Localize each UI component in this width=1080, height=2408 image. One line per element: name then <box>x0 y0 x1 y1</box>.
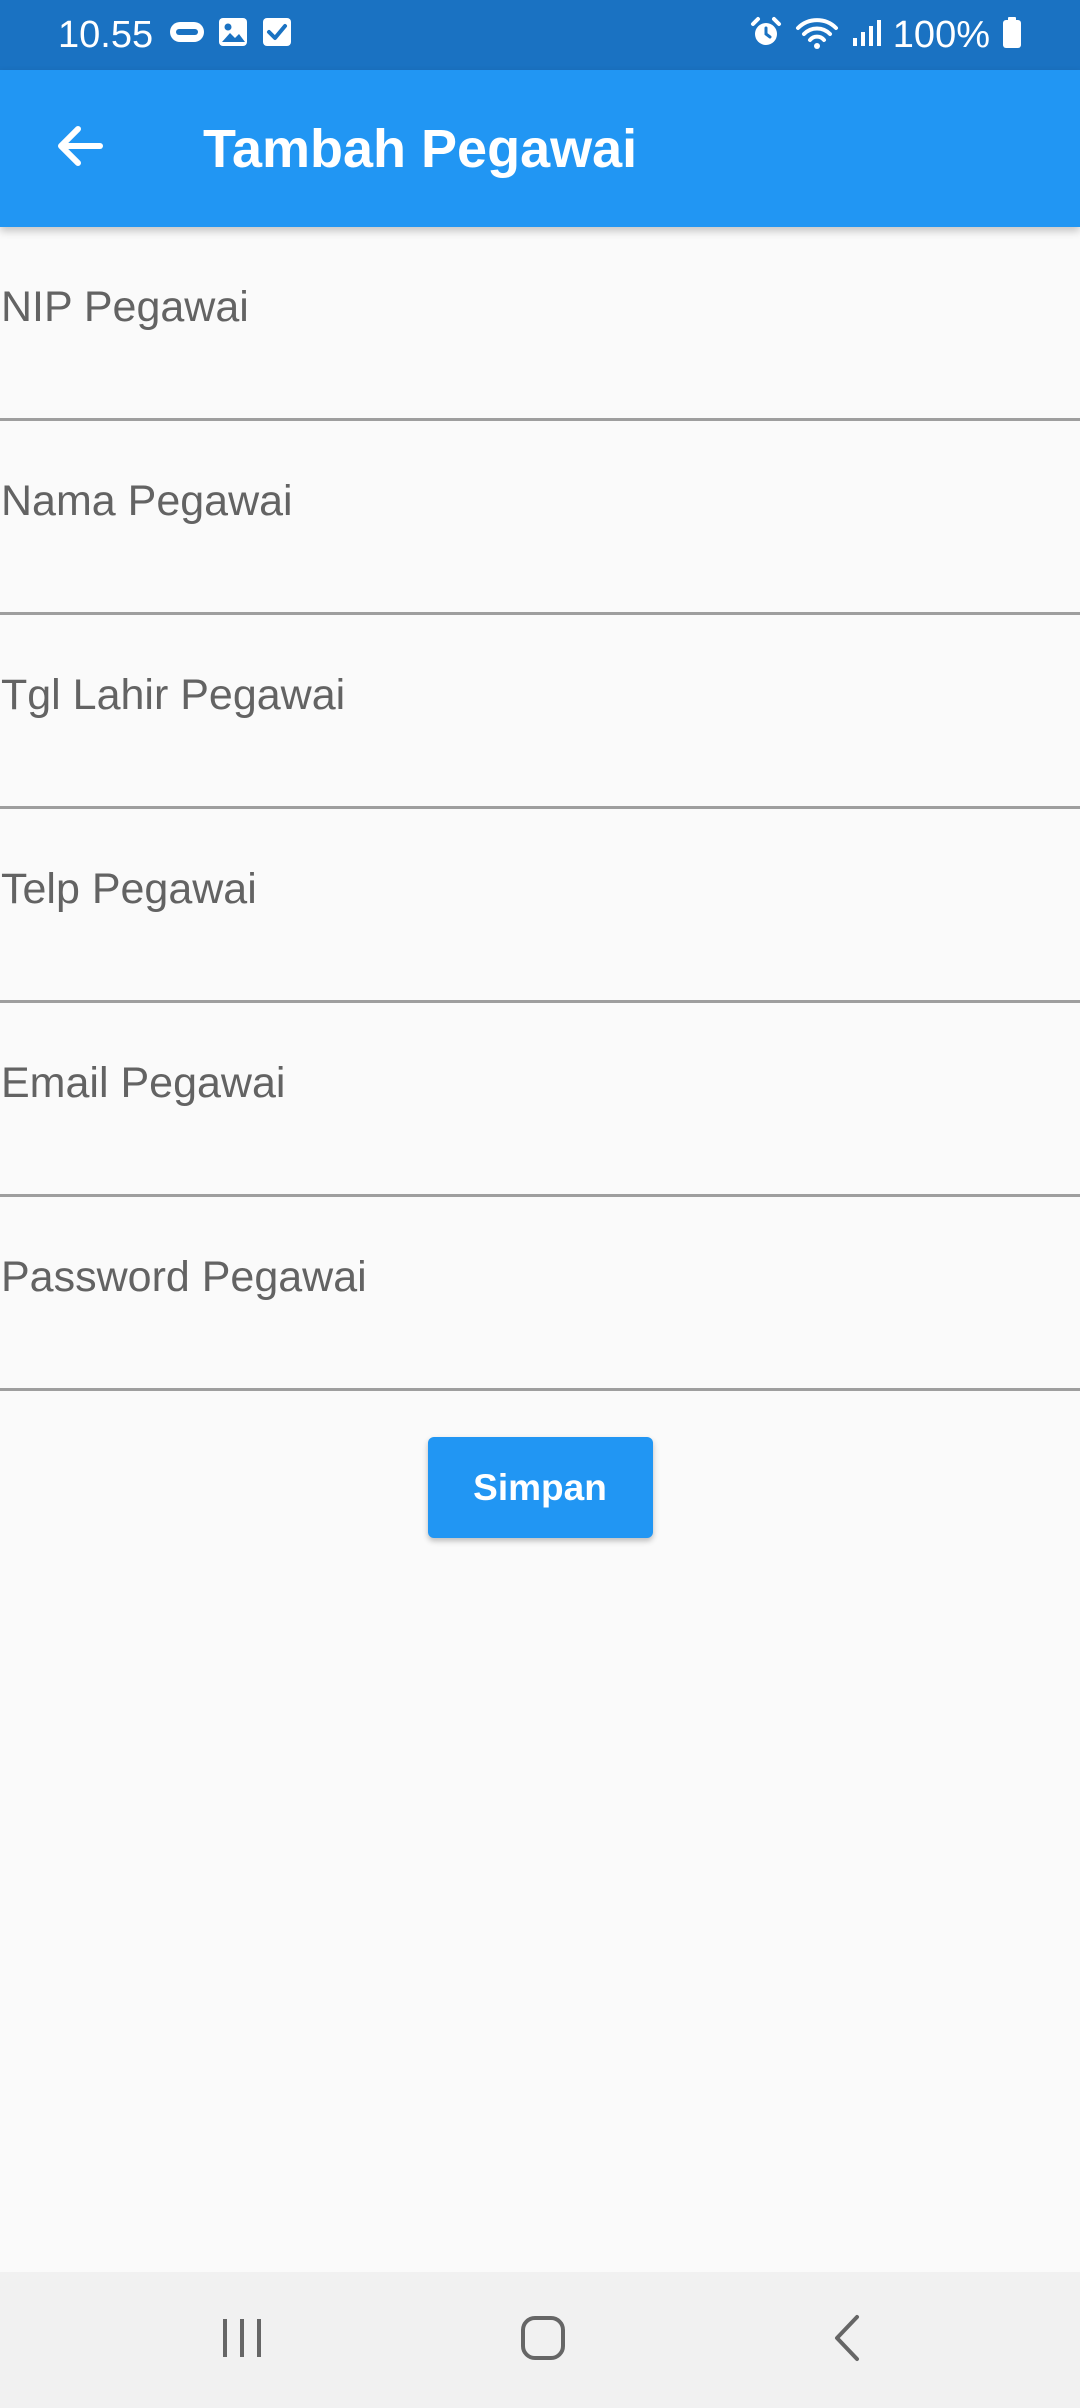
status-notification-icons <box>170 17 292 52</box>
nav-back-button[interactable] <box>787 2300 907 2380</box>
wifi-icon <box>795 16 839 55</box>
nip-field-container <box>0 227 1080 421</box>
home-button[interactable] <box>483 2300 603 2380</box>
recent-apps-icon <box>217 2315 267 2366</box>
phone-input[interactable] <box>0 849 1061 929</box>
name-input[interactable] <box>0 461 1061 541</box>
recent-apps-button[interactable] <box>182 2300 302 2380</box>
arrow-back-icon <box>54 120 106 177</box>
axis-icon <box>170 20 204 49</box>
name-field-container <box>0 421 1080 615</box>
password-input[interactable] <box>0 1237 1061 1317</box>
employee-form <box>0 227 1080 1391</box>
nip-input[interactable] <box>0 267 1061 347</box>
back-icon <box>827 2313 867 2368</box>
back-button[interactable] <box>42 110 118 186</box>
birthdate-field-container <box>0 615 1080 809</box>
save-button-wrapper: Simpan <box>0 1437 1080 1538</box>
system-nav-bar <box>0 2272 1080 2408</box>
signal-icon <box>851 18 881 53</box>
home-icon <box>518 2313 568 2368</box>
status-time: 10.55 <box>58 14 154 56</box>
phone-field-container <box>0 809 1080 1003</box>
password-field-container <box>0 1197 1080 1391</box>
alarm-icon <box>749 16 783 55</box>
image-icon <box>218 17 248 52</box>
email-input[interactable] <box>0 1043 1061 1123</box>
page-title: Tambah Pegawai <box>203 119 638 179</box>
checkbox-icon <box>262 17 292 52</box>
birthdate-input[interactable] <box>0 655 1061 735</box>
battery-icon <box>1002 16 1022 54</box>
email-field-container <box>0 1003 1080 1197</box>
status-system-icons: 100% <box>749 12 1022 58</box>
app-bar: Tambah Pegawai <box>0 70 1080 227</box>
save-button[interactable]: Simpan <box>427 1437 653 1538</box>
status-bar: 10.55 100% <box>0 0 1080 70</box>
battery-percentage: 100% <box>892 14 990 56</box>
